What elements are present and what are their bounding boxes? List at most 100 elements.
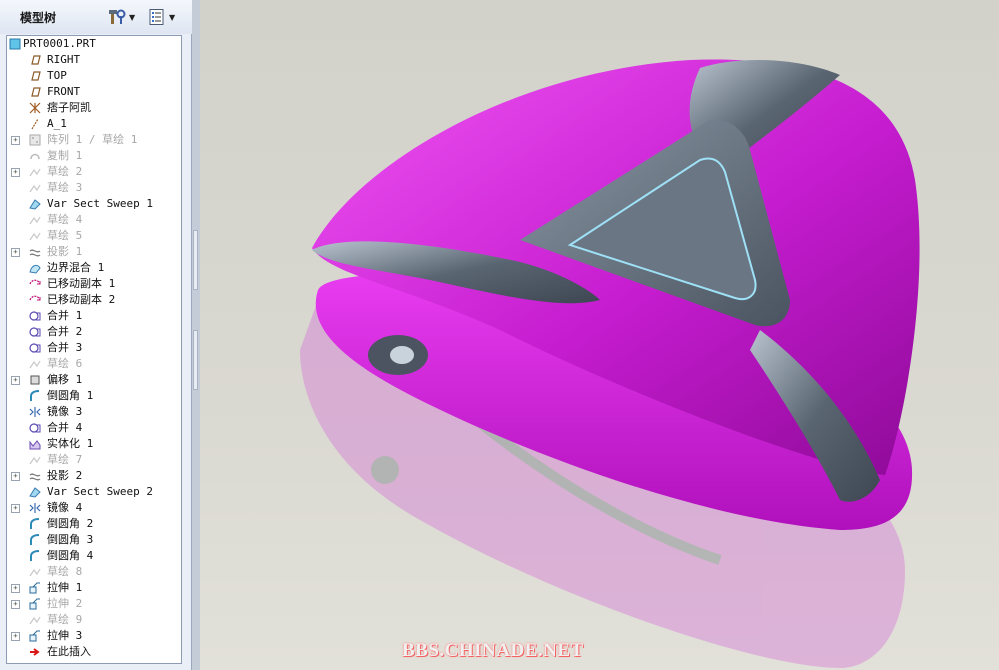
tree-item-label: 拉伸 3 [47,629,83,642]
hammer-gear-icon [109,9,126,24]
extrude-icon [29,582,40,594]
tree-item-label: 拉伸 2 [47,597,83,610]
merge-icon [29,327,41,337]
splitter-grip[interactable] [193,230,198,290]
round-icon [30,518,40,529]
round-icon [30,550,40,561]
tree-item-label: 倒圆角 3 [47,533,94,546]
3d-viewport[interactable]: BBS.CHINADE.NET [200,0,999,670]
expand-toggle[interactable]: + [11,136,20,145]
projection-icon [29,249,41,257]
model-side-hole [390,346,414,364]
datum-axis-icon [31,118,39,130]
tree-item-label: 合并 4 [47,421,83,434]
sketch-icon [29,456,41,465]
panel-title: 模型树 [20,11,57,25]
sketch-icon [29,216,41,225]
pattern-icon [29,134,41,146]
tree-item-label: 镜像 3 [47,405,83,418]
offset-icon [30,375,40,385]
sweep-icon [29,487,41,498]
sketch-icon [29,568,41,577]
expand-toggle[interactable]: + [11,632,20,641]
model-render [300,59,920,668]
boundary-blend-icon [29,264,41,274]
moved-copy-icon [29,279,41,285]
tree-item-label: 草绘 8 [47,565,83,578]
tree-item-label: PRT0001.PRT [23,37,96,50]
tree-item-label: 倒圆角 4 [47,549,94,562]
tree-item-label: 镜像 4 [47,501,83,514]
tree-item-label: 合并 3 [47,341,83,354]
mirror-icon [29,503,41,513]
settings-tool-button[interactable]: ▼ [108,7,135,27]
tree-item-label: 草绘 5 [47,229,83,242]
expand-toggle[interactable]: + [11,248,20,257]
extrude-icon [29,630,40,642]
datum-plane-icon [31,55,41,65]
tree-item-label: 边界混合 1 [47,261,105,274]
tree-item-label: FRONT [47,85,81,98]
tree-item-label: 已移动副本 2 [47,293,116,306]
tree-item-label: 倒圆角 1 [47,389,94,402]
tree-item-label: 在此插入 [47,645,91,658]
insert-here-icon [30,648,40,656]
part-icon [9,38,21,50]
expand-toggle[interactable]: + [11,504,20,513]
tree-item-label: 已移动副本 1 [47,277,116,290]
expand-toggle[interactable]: + [11,376,20,385]
tree-item-label: 拉伸 1 [47,581,83,594]
tree-item-label: 草绘 9 [47,613,83,626]
model-tree-header: 模型树 ▼ ▼ [0,0,192,34]
round-icon [30,534,40,545]
mirror-icon [29,407,41,417]
expand-toggle[interactable]: + [11,472,20,481]
tree-item-label: 合并 2 [47,325,83,338]
solidify-icon [29,440,41,450]
merge-icon [29,423,41,433]
tree-item-label: 合并 1 [47,309,83,322]
panel-splitter[interactable] [192,0,200,670]
datum-plane-icon [31,87,41,97]
tree-item-label: 草绘 3 [47,181,83,194]
tree-item-label: 倒圆角 2 [47,517,94,530]
expand-toggle[interactable]: + [11,584,20,593]
tree-item-label: 实体化 1 [47,437,94,450]
merge-icon [29,343,41,353]
tree-item-label: 草绘 2 [47,165,83,178]
copy-icon [30,153,40,160]
expand-toggle[interactable]: + [11,600,20,609]
tree-item-label: TOP [47,69,67,82]
tree-item-label: 投影 2 [47,469,83,482]
tree-item-label: Var Sect Sweep 2 [47,485,153,498]
tree-item-label: A_1 [47,117,67,130]
datum-plane-icon [31,71,41,81]
sketch-icon [29,168,41,177]
splitter-grip[interactable] [193,330,198,390]
tree-item-label: 痞子阿凯 [47,101,91,114]
round-icon [30,390,40,401]
tree-item-label: 复制 1 [47,149,83,162]
chevron-down-icon: ▼ [129,12,136,22]
projection-icon [29,473,41,481]
sketch-icon [29,184,41,193]
chevron-down-icon: ▼ [169,12,176,22]
extrude-icon [29,598,40,610]
tree-item-label: 偏移 1 [47,373,83,386]
model-tree: PRT0001.PRT RIGHT TOP FRONT 痞子阿凯 A_1 + 阵列 1 / 草… [6,35,182,664]
sweep-icon [29,199,41,210]
sketch-icon [29,232,41,241]
coord-system-icon [29,102,41,114]
tree-item-label: 阵列 1 / 草绘 1 [47,133,138,146]
moved-copy-icon [29,295,41,301]
tree-item-label: 草绘 7 [47,453,83,466]
tree-item-label: 投影 1 [47,245,83,258]
tree-item-label: RIGHT [47,53,81,66]
watermark-text: BBS.CHINADE.NET [402,640,584,661]
merge-icon [29,311,41,321]
show-tool-button[interactable]: ▼ [148,7,175,27]
list-icon [149,9,164,25]
tree-item-label: 草绘 6 [47,357,83,370]
sketch-icon [29,616,41,625]
expand-toggle[interactable]: + [11,168,20,177]
